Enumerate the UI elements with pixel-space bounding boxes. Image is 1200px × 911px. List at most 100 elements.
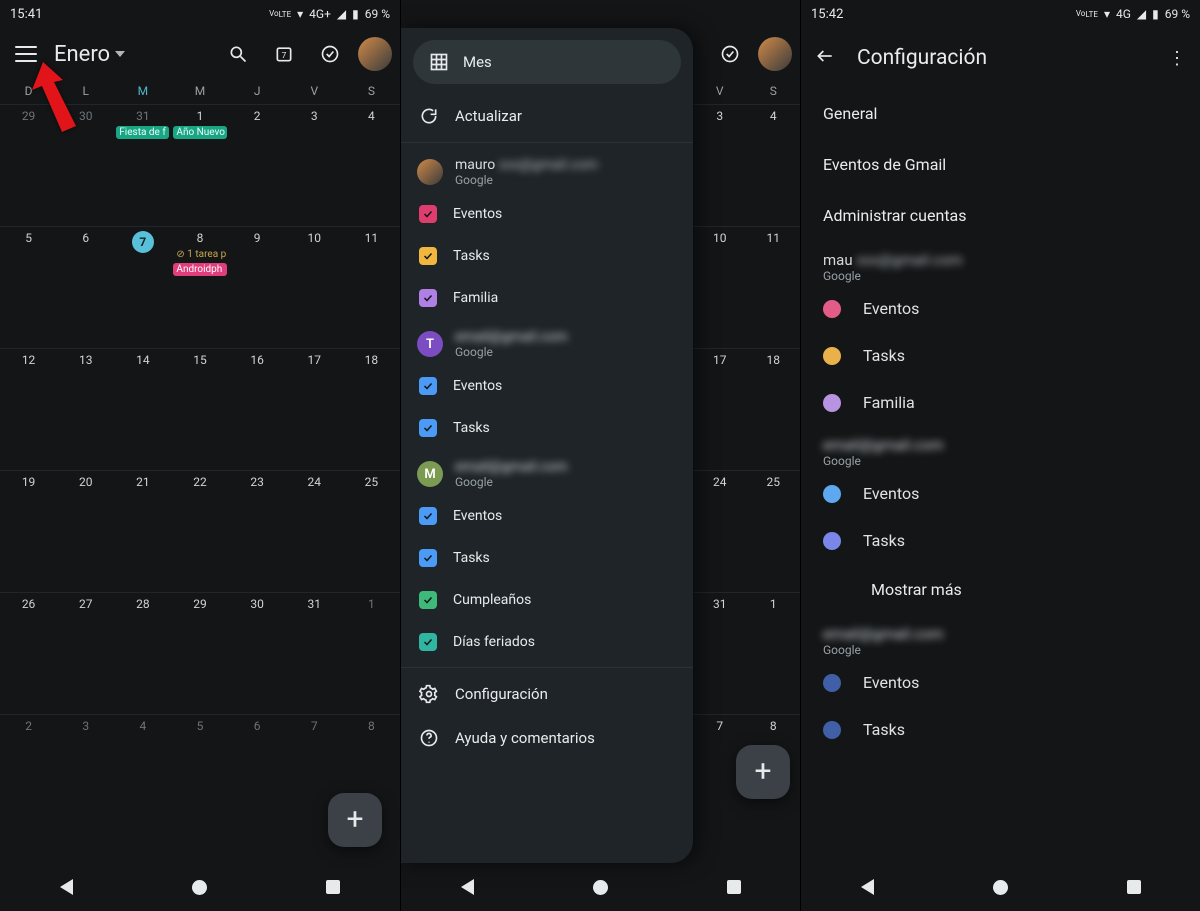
day-cell[interactable]: 14	[114, 348, 171, 470]
drawer-help[interactable]: Ayuda y comentarios	[401, 716, 693, 760]
day-cell[interactable]: 31	[286, 592, 343, 714]
day-cell[interactable]: 16	[229, 348, 286, 470]
day-cell[interactable]: 24	[286, 470, 343, 592]
day-cell: 31	[693, 592, 747, 714]
settings-item[interactable]: Eventos de Gmail	[801, 139, 1200, 190]
account-header[interactable]: Memail@gmail.comGoogle	[401, 449, 693, 495]
fab-add-event[interactable]: +	[328, 793, 382, 847]
dow-label: L	[57, 84, 114, 98]
profile-avatar[interactable]	[358, 37, 392, 71]
event-chip[interactable]: ⊘ 1 tarea p	[173, 248, 226, 261]
checkbox-icon	[419, 633, 437, 651]
day-cell[interactable]: 12	[0, 348, 57, 470]
view-selector[interactable]: Mes	[413, 40, 681, 84]
day-cell[interactable]: 23	[229, 470, 286, 592]
day-cell[interactable]: 25	[343, 470, 400, 592]
calendar-toggle[interactable]: Cumpleaños	[401, 579, 693, 621]
day-cell[interactable]: 6	[57, 226, 114, 348]
nav-home[interactable]	[587, 873, 615, 901]
day-cell[interactable]: 30	[229, 592, 286, 714]
event-chip[interactable]: Androidph	[173, 263, 226, 276]
calendar-settings-row[interactable]: Eventos	[801, 285, 1200, 332]
show-more[interactable]: Mostrar más	[801, 564, 1200, 615]
event-chip[interactable]: Año Nuevo	[173, 126, 226, 139]
drawer-refresh[interactable]: Actualizar	[401, 94, 693, 138]
calendar-settings-row[interactable]: Eventos	[801, 470, 1200, 517]
back-arrow-icon[interactable]	[815, 46, 835, 70]
day-cell[interactable]: 26	[0, 592, 57, 714]
day-cell[interactable]: 27	[57, 592, 114, 714]
day-cell[interactable]: 3	[286, 104, 343, 226]
calendar-toggle[interactable]: Familia	[401, 277, 693, 319]
day-cell[interactable]: 22	[171, 470, 228, 592]
calendar-settings-row[interactable]: Tasks	[801, 332, 1200, 379]
calendar-toggle[interactable]: Eventos	[401, 193, 693, 235]
day-number: 29	[173, 597, 226, 611]
day-cell[interactable]: 7	[114, 226, 171, 348]
profile-avatar[interactable]	[758, 37, 792, 71]
calendar-settings-row[interactable]: Tasks	[801, 706, 1200, 753]
nav-home[interactable]	[186, 873, 214, 901]
calendar-toggle[interactable]: Tasks	[401, 407, 693, 449]
hamburger-menu-icon[interactable]	[8, 36, 44, 72]
day-cell[interactable]: 4	[343, 104, 400, 226]
calendar-toggle[interactable]: Tasks	[401, 235, 693, 277]
day-cell[interactable]: 2	[0, 714, 57, 836]
day-cell[interactable]: 18	[343, 348, 400, 470]
day-cell[interactable]: 20	[57, 470, 114, 592]
nav-recents[interactable]	[1120, 873, 1148, 901]
day-cell[interactable]: 30	[57, 104, 114, 226]
day-cell[interactable]: 29	[0, 104, 57, 226]
nav-back[interactable]	[454, 873, 482, 901]
day-cell[interactable]: 13	[57, 348, 114, 470]
day-cell[interactable]: 15	[171, 348, 228, 470]
settings-item[interactable]: General	[801, 88, 1200, 139]
calendar-settings-row[interactable]: Tasks	[801, 517, 1200, 564]
tasks-icon[interactable]	[712, 36, 748, 72]
tasks-icon[interactable]	[312, 36, 348, 72]
nav-home[interactable]	[987, 873, 1015, 901]
search-icon[interactable]	[220, 36, 256, 72]
day-cell[interactable]: 6	[229, 714, 286, 836]
day-cell[interactable]: 1	[343, 592, 400, 714]
calendar-settings-row[interactable]: Eventos	[801, 659, 1200, 706]
day-cell[interactable]: 11	[343, 226, 400, 348]
account-header[interactable]: Temail@gmail.comGoogle	[401, 319, 693, 365]
overflow-menu-icon[interactable]: ⋮	[1168, 48, 1186, 69]
month-grid[interactable]: 293031Fiesta de f1Año Nuevo2345678⊘ 1 ta…	[0, 104, 400, 836]
day-cell[interactable]: 9	[229, 226, 286, 348]
account-email: mau xxx@gmail.com	[823, 251, 1178, 269]
day-cell[interactable]: 1Año Nuevo	[171, 104, 228, 226]
day-cell[interactable]: 5	[0, 226, 57, 348]
calendar-toggle[interactable]: Tasks	[401, 537, 693, 579]
day-cell[interactable]: 17	[286, 348, 343, 470]
calendar-toggle[interactable]: Eventos	[401, 365, 693, 407]
settings-item[interactable]: Administrar cuentas	[801, 190, 1200, 241]
event-chip[interactable]: Fiesta de f	[116, 126, 169, 139]
day-cell[interactable]: 8⊘ 1 tarea pAndroidph	[171, 226, 228, 348]
fab-add-event[interactable]: +	[736, 745, 790, 799]
day-cell[interactable]: 3	[57, 714, 114, 836]
day-cell[interactable]: 29	[171, 592, 228, 714]
day-cell[interactable]: 31Fiesta de f	[114, 104, 171, 226]
day-cell[interactable]: 4	[114, 714, 171, 836]
account-header[interactable]: mauro xxx@gmail.comGoogle	[401, 147, 693, 193]
day-cell[interactable]: 10	[286, 226, 343, 348]
day-cell[interactable]: 28	[114, 592, 171, 714]
month-dropdown[interactable]: Enero	[54, 42, 125, 67]
drawer-settings[interactable]: Configuración	[401, 672, 693, 716]
nav-back[interactable]	[53, 873, 81, 901]
nav-recents[interactable]	[720, 873, 748, 901]
day-cell[interactable]: 2	[229, 104, 286, 226]
day-cell[interactable]: 5	[171, 714, 228, 836]
plus-icon: +	[754, 757, 771, 787]
calendar-label: Tasks	[863, 346, 905, 365]
nav-back[interactable]	[854, 873, 882, 901]
nav-recents[interactable]	[319, 873, 347, 901]
day-cell[interactable]: 19	[0, 470, 57, 592]
calendar-settings-row[interactable]: Familia	[801, 379, 1200, 426]
today-icon[interactable]: 7	[266, 36, 302, 72]
calendar-toggle[interactable]: Días feriados	[401, 621, 693, 663]
calendar-toggle[interactable]: Eventos	[401, 495, 693, 537]
day-cell[interactable]: 21	[114, 470, 171, 592]
